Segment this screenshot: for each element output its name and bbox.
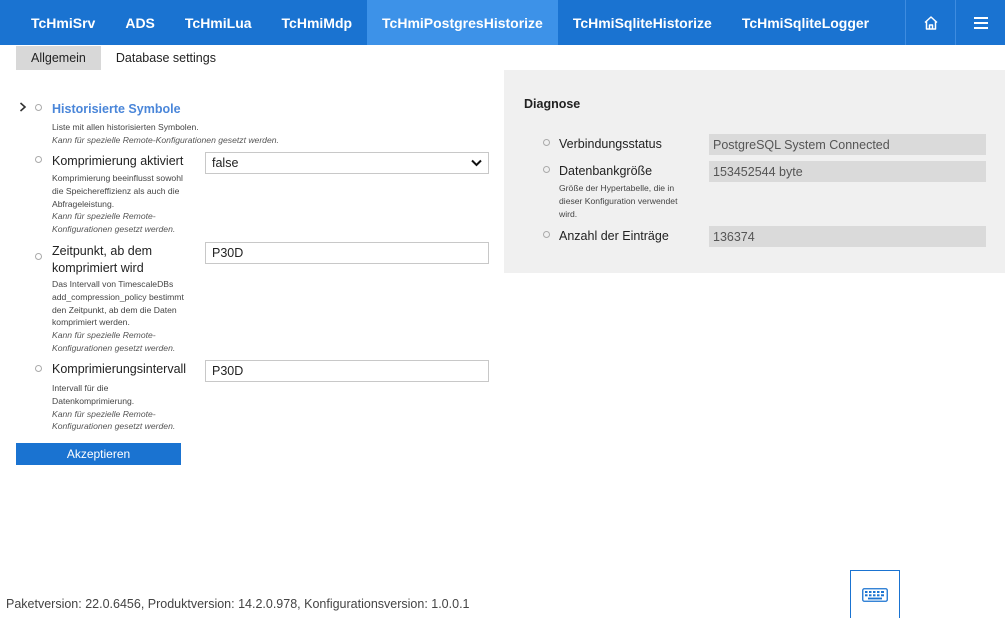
label-line: komprimiert wird	[52, 261, 144, 275]
tab-tchmimdp[interactable]: TcHmiMdp	[267, 0, 368, 45]
description-text: Liste mit allen historisierten Symbolen.	[52, 122, 199, 132]
status-dot-icon	[35, 253, 42, 260]
compress-after-input[interactable]: P30D	[205, 242, 489, 264]
status-dot-icon	[35, 156, 42, 163]
status-dot-icon	[35, 365, 42, 372]
description-line: Datenkomprimierung.	[52, 395, 135, 406]
remote-note: Konfigurationen gesetzt werden.	[52, 224, 176, 235]
remote-note: Konfigurationen gesetzt werden.	[52, 342, 176, 353]
subtab-allgemein[interactable]: Allgemein	[16, 46, 101, 70]
description-line: Komprimierung beeinflusst sowohl	[52, 173, 183, 183]
entries-count-value: 136374	[709, 226, 986, 247]
description-line: die Speichereffizienz als auch die	[52, 185, 180, 196]
remote-note: Kann für spezielle Remote-	[52, 408, 156, 419]
home-button[interactable]	[905, 0, 955, 45]
menu-button[interactable]	[955, 0, 1005, 45]
compression-interval-description: Intervall für die Datenkomprimierung. Ka…	[52, 382, 175, 433]
db-size-value: 153452544 byte	[709, 161, 986, 182]
description-line: add_compression_policy bestimmt	[52, 291, 184, 302]
status-dot-icon	[35, 104, 42, 111]
tab-tchmipostgreshistorize[interactable]: TcHmiPostgresHistorize	[367, 0, 558, 45]
sub-tabs: Allgemein Database settings	[16, 46, 231, 70]
subtab-database-settings[interactable]: Database settings	[101, 46, 231, 70]
compression-enabled-label: Komprimierung aktiviert	[52, 154, 184, 168]
remote-note: Kann für spezielle Remote-	[52, 211, 156, 222]
historized-symbols-description: Liste mit allen historisierten Symbolen.…	[52, 121, 279, 147]
expand-chevron-icon[interactable]	[19, 102, 29, 112]
entries-count-label: Anzahl der Einträge	[559, 229, 669, 243]
description-line: Größe der Hypertabelle, die in	[559, 183, 675, 193]
compression-interval-label: Komprimierungsintervall	[52, 362, 187, 376]
compression-enabled-description: Komprimierung beeinflusst sowohl die Spe…	[52, 172, 183, 236]
tab-ads[interactable]: ADS	[110, 0, 170, 45]
home-icon	[923, 15, 938, 30]
version-footer: Paketversion: 22.0.6456, Produktversion:…	[6, 597, 470, 611]
remote-note: Kann für spezielle Remote-	[52, 330, 156, 341]
connection-status-label: Verbindungsstatus	[559, 137, 662, 151]
db-size-description: Größe der Hypertabelle, die in dieser Ko…	[559, 182, 677, 220]
status-dot-icon	[543, 231, 550, 238]
select-value: false	[212, 156, 239, 170]
description-line: Das Intervall von TimescaleDBs	[52, 279, 174, 289]
top-nav-bar: TcHmiSrv ADS TcHmiLua TcHmiMdp TcHmiPost…	[0, 0, 1005, 45]
tab-tchmilua[interactable]: TcHmiLua	[170, 0, 267, 45]
historized-symbols-label[interactable]: Historisierte Symbole	[52, 101, 181, 118]
chevron-down-icon	[471, 159, 482, 167]
accept-button[interactable]: Akzeptieren	[16, 443, 181, 465]
remote-note: Konfigurationen gesetzt werden.	[52, 421, 176, 432]
tab-tchmisqlitehistorize[interactable]: TcHmiSqliteHistorize	[558, 0, 727, 45]
status-dot-icon	[543, 166, 550, 173]
compression-interval-input[interactable]: P30D	[205, 360, 489, 382]
top-nav-actions	[905, 0, 1005, 45]
keyboard-button[interactable]	[850, 570, 900, 618]
status-dot-icon	[543, 139, 550, 146]
menu-icon	[973, 16, 988, 29]
tab-tchmisqlitelogger[interactable]: TcHmiSqliteLogger	[727, 0, 884, 45]
diagnostics-panel: Diagnose Verbindungsstatus PostgreSQL Sy…	[504, 70, 1005, 273]
description-line: dieser Konfiguration verwendet	[559, 195, 678, 206]
top-nav-tabs: TcHmiSrv ADS TcHmiLua TcHmiMdp TcHmiPost…	[0, 0, 884, 45]
description-line: wird.	[559, 208, 578, 219]
tab-tchmisrv[interactable]: TcHmiSrv	[16, 0, 110, 45]
description-line: Abfrageleistung.	[52, 198, 115, 209]
diagnostics-title: Diagnose	[524, 97, 581, 111]
compression-enabled-select[interactable]: false	[205, 152, 489, 174]
description-line: den Zeitpunkt, ab dem die Daten	[52, 304, 177, 315]
compress-after-label: Zeitpunkt, ab dem komprimiert wird	[52, 243, 152, 277]
connection-status-value: PostgreSQL System Connected	[709, 134, 986, 155]
description-line: komprimiert werden.	[52, 317, 130, 328]
compress-after-description: Das Intervall von TimescaleDBs add_compr…	[52, 278, 184, 355]
db-size-label: Datenbankgröße	[559, 164, 653, 178]
description-line: Intervall für die	[52, 383, 109, 393]
remote-note: Kann für spezielle Remote-Konfiguratione…	[52, 134, 279, 145]
label-line: Zeitpunkt, ab dem	[52, 244, 153, 258]
settings-form: Historisierte Symbole Liste mit allen hi…	[0, 70, 504, 470]
keyboard-icon	[862, 587, 888, 602]
